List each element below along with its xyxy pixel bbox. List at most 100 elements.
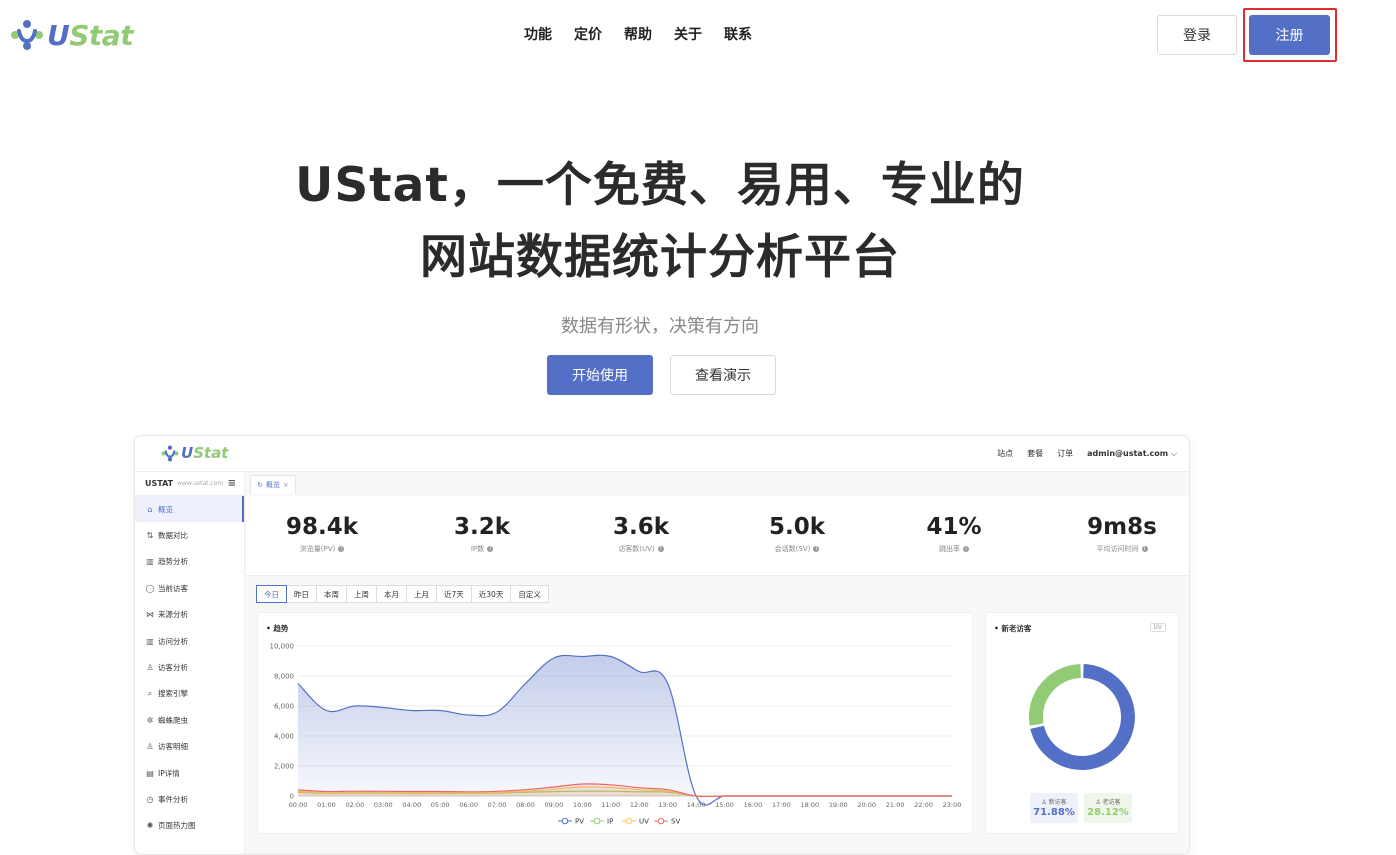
range-option[interactable]: 近30天	[470, 585, 512, 603]
sidebar-item-icon: ◯	[145, 583, 155, 593]
user-icon: ♙	[1095, 799, 1101, 806]
dashboard-logo-u: U	[181, 444, 194, 462]
sidebar-item-label: 蜘蛛爬虫	[158, 715, 188, 725]
sidebar-item-5[interactable]: ▥ 访问分析	[135, 628, 244, 654]
sidebar-item-1[interactable]: ⇅ 数据对比	[135, 522, 244, 548]
start-button[interactable]: 开始使用	[547, 355, 653, 395]
dashboard-menu-sites[interactable]: 站点	[997, 448, 1013, 459]
stat-label-row: 平均访问时间 i	[1062, 544, 1182, 554]
info-icon[interactable]: i	[813, 546, 820, 552]
ustat-logo[interactable]: UStat	[10, 18, 134, 52]
range-option[interactable]: 本周	[316, 585, 347, 603]
new-visitor-value: 71.88%	[1033, 807, 1075, 818]
chevron-down-icon: ⌵	[1170, 448, 1177, 458]
stat-label: 会话数(SV)	[774, 545, 811, 553]
stat-item: 98.4k 浏览量(PV) i	[262, 512, 382, 554]
trend-title-text: 趋势	[273, 624, 289, 633]
hero-title-line1: UStat，一个免费、易用、专业的	[295, 158, 1025, 213]
info-icon[interactable]: i	[338, 546, 345, 552]
sidebar-item-2[interactable]: ▥ 趋势分析	[135, 549, 244, 575]
x-tick-label: 23:00	[943, 801, 962, 809]
donut-slice[interactable]	[1028, 664, 1081, 726]
info-icon[interactable]: i	[1141, 546, 1148, 552]
sidebar-item-9[interactable]: ♙ 访客明细	[135, 734, 244, 760]
tab-overview[interactable]: ↻ 概览 ×	[250, 475, 296, 494]
sidebar-item-11[interactable]: ◷ 事件分析	[135, 786, 244, 812]
y-tick-label: 10,000	[270, 643, 295, 651]
range-option[interactable]: 近7天	[436, 585, 472, 603]
trend-card: • 趋势 10,000 8,000 6,000 4,000 2,000 0 00:00 01:…	[257, 612, 973, 834]
x-tick-label: 21:00	[886, 801, 905, 809]
legend-marker	[561, 817, 569, 825]
range-option[interactable]: 今日	[256, 585, 287, 603]
sidebar-site: www.ustat.com	[177, 480, 224, 487]
sidebar-item-0[interactable]: ⌂ 概览	[135, 496, 244, 523]
legend-marker	[625, 817, 633, 825]
sidebar-item-label: IP详情	[158, 768, 180, 778]
nav-item-contact[interactable]: 联系	[724, 24, 752, 44]
range-option[interactable]: 昨日	[286, 585, 317, 603]
info-icon[interactable]: i	[657, 546, 664, 552]
sidebar-item-12[interactable]: ✺ 页面热力图	[135, 813, 244, 839]
info-icon[interactable]: i	[487, 546, 494, 552]
stat-label-row: 跳出率 i	[894, 544, 1014, 554]
x-tick-label: 11:00	[601, 801, 620, 809]
sidebar-item-label: 数据对比	[158, 531, 188, 541]
nav-item-help[interactable]: 帮助	[624, 24, 652, 44]
login-button[interactable]: 登录	[1157, 15, 1237, 55]
series-area-pv	[298, 655, 952, 806]
sidebar-item-label: 搜索引擎	[158, 689, 188, 699]
sidebar-item-6[interactable]: ♙ 访客分析	[135, 654, 244, 680]
close-icon[interactable]: ×	[283, 481, 289, 489]
sidebar-item-10[interactable]: ▤ IP详情	[135, 760, 244, 786]
tab-overview-label: 概览	[265, 481, 280, 489]
dashboard-user-menu[interactable]: admin@ustat.com ⌵	[1087, 449, 1177, 459]
sidebar-item-3[interactable]: ◯ 当前访客	[135, 575, 244, 601]
dashboard-logo-stat: Stat	[193, 444, 229, 462]
x-tick-label: 05:00	[431, 801, 450, 809]
old-visitor-ratio: ♙ 老访客 28.12%	[1084, 793, 1132, 823]
info-icon[interactable]: i	[963, 546, 969, 552]
stat-label-row: IP数 i	[422, 544, 542, 554]
nav-item-pricing[interactable]: 定价	[574, 24, 602, 44]
x-tick-label: 08:00	[516, 801, 535, 809]
uv-tag[interactable]: UV	[1149, 623, 1166, 632]
new-visitor-ratio: ♙ 新访客 71.88%	[1030, 793, 1078, 823]
dashboard-tabbar: ↻ 概览 ×	[246, 472, 1189, 494]
sidebar-item-icon: ◷	[146, 794, 154, 804]
stat-label-row: 浏览量(PV) i	[262, 544, 382, 554]
sidebar-item-8[interactable]: ✲ 蜘蛛爬虫	[135, 707, 244, 733]
hamburger-icon[interactable]: ≡	[228, 478, 236, 489]
x-tick-label: 00:00	[289, 801, 308, 809]
dashboard-logo-icon	[161, 445, 179, 461]
stat-item: 41% 跳出率 i	[894, 512, 1014, 554]
range-option[interactable]: 上周	[346, 585, 377, 603]
register-button[interactable]: 注册	[1249, 15, 1330, 55]
sidebar-item-label: 访客明细	[158, 742, 188, 752]
stat-item: 9m8s 平均访问时间 i	[1062, 512, 1182, 554]
nav-item-about[interactable]: 关于	[674, 24, 702, 44]
nav-item-features[interactable]: 功能	[524, 24, 552, 44]
sidebar-item-icon: ✲	[146, 715, 154, 725]
range-option[interactable]: 本月	[376, 585, 407, 603]
x-tick-label: 12:00	[630, 801, 649, 809]
donut-card-title: • 新老访客	[994, 624, 1032, 633]
y-tick-label: 8,000	[274, 673, 294, 681]
x-tick-label: 17:00	[772, 801, 791, 809]
range-option[interactable]: 上月	[406, 585, 437, 603]
range-option[interactable]: 自定义	[510, 585, 549, 603]
dashboard-menu-orders[interactable]: 订单	[1057, 448, 1073, 459]
sidebar-item-4[interactable]: ⋈ 来源分析	[135, 602, 244, 628]
dashboard-sidebar: USTAT www.ustat.com ≡ ⌂ 概览 ⇅ 数据对比 ▥ 趋势分析 ◯ 当前访客…	[135, 472, 245, 854]
x-tick-label: 20:00	[857, 801, 876, 809]
stats-panel: 98.4k 浏览量(PV) i 3.2k IP数 i 3.6k 访客数(UV) i 5.0k 会话数…	[246, 496, 1189, 576]
date-range-selector: 今日 昨日 本周 上周 本月 上月 近7天 近30天 自定义	[256, 585, 549, 603]
stat-item: 3.2k IP数 i	[422, 512, 542, 554]
sidebar-item-7[interactable]: ⌕ 搜索引擎	[135, 681, 244, 707]
demo-button[interactable]: 查看演示	[670, 355, 776, 395]
dashboard-menu-plan[interactable]: 套餐	[1027, 448, 1043, 459]
legend-label: UV	[639, 818, 649, 826]
sidebar-item-icon: ▥	[146, 557, 154, 567]
sidebar-item-icon: ▤	[146, 768, 154, 778]
old-visitor-value: 28.12%	[1087, 807, 1129, 818]
